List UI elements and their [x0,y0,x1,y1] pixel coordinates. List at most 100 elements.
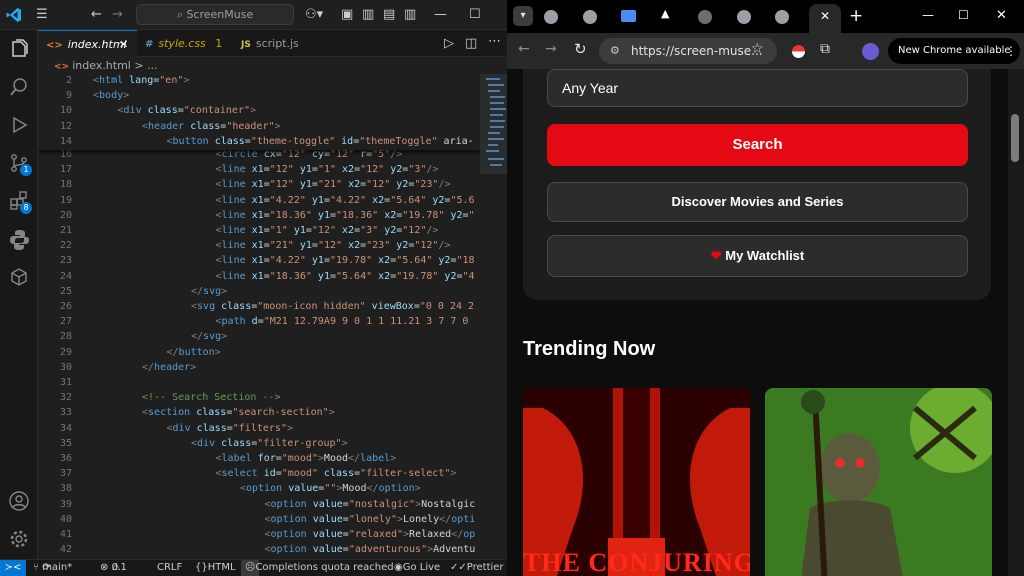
code-line: <option value="">Mood</option> [240,483,421,495]
maximize-icon[interactable]: ☐ [958,8,969,22]
poster-art [765,388,992,576]
line-number: 35 [59,437,72,449]
close-window-icon[interactable]: ✕ [996,8,1007,23]
more-actions-icon[interactable]: ⋯ [488,34,501,50]
toggle-panel-icon[interactable]: ▤ [383,7,395,23]
line-number: 29 [59,346,72,358]
scrollbar-thumb[interactable] [1011,114,1019,162]
run-debug-icon[interactable] [8,114,30,136]
sticky-scroll-header: 2 <html lang="en"> 9 <body> 10 <div class="co… [38,74,480,150]
line-number: 36 [59,453,72,464]
completions-status[interactable]: ☹ Completions quota reached [241,560,394,576]
line-number: 19 [59,194,72,206]
split-editor-icon[interactable]: ◫ [465,36,477,52]
code-line: <line x1="18.36" y1="18.36" x2="19.78" y… [215,209,475,221]
code-line: <svg class="moon-icon hidden" viewBox="0… [191,301,475,312]
movie-poster[interactable] [765,388,992,576]
close-icon[interactable]: ✕ [820,9,830,23]
back-arrow-icon[interactable]: ← [91,7,102,23]
search-icon: ⌕ [176,8,187,21]
toggle-secondary-sidebar-icon[interactable]: ▥ [404,7,416,23]
toggle-sidebar-icon[interactable]: ▥ [362,7,374,23]
search-card: Any Year Search Discover Movies and Seri… [523,69,991,300]
line-number: 23 [59,255,72,267]
camera-icon[interactable] [621,10,636,22]
code-line: <line x1="12" y1="1" x2="12" y2="3"/> [215,164,439,176]
code-line: <line x1="18.36" y1="5.64" x2="19.78" y2… [215,270,475,282]
discover-button[interactable]: Discover Movies and Series [547,182,968,222]
forward-arrow-icon[interactable]: → [545,41,557,57]
breadcrumb-path: index.html > ... [72,59,158,72]
command-center-search[interactable]: ⌕ ScreenMuse [136,4,294,25]
forward-arrow-icon[interactable]: → [112,7,123,23]
update-label: New Chrome available [898,45,1011,56]
explorer-icon[interactable] [8,38,30,60]
search-button[interactable]: Search [547,124,968,166]
code-line: <div class="filter-group"> [191,437,348,449]
code-line: <body> [93,90,130,102]
bookmark-star-icon[interactable]: ☆ [751,41,764,57]
warning-count: 1 [120,562,127,573]
remote-explorer-icon[interactable] [8,266,30,288]
globe-icon[interactable] [544,10,558,24]
go-live-button[interactable]: ◉ Go Live [394,560,440,576]
line-number: 26 [59,301,72,312]
year-select[interactable]: Any Year [547,69,968,107]
run-icon[interactable]: ▷ [444,36,454,52]
reload-icon[interactable]: ↻ [574,40,587,58]
minimap[interactable] [480,74,507,559]
globe-icon[interactable] [737,10,751,24]
movie-poster[interactable]: THE CONJURING [523,388,750,576]
search-icon[interactable] [8,76,30,98]
copilot-icon[interactable]: ⚇▾ [305,7,323,23]
account-icon[interactable] [8,490,30,512]
language-status[interactable]: {} HTML [195,560,236,576]
minimap-preview [480,74,507,174]
settings-gear-icon[interactable] [8,528,30,550]
code-line: <header class="header"> [142,120,281,132]
code-line: <option value="nostalgic">Nostalgic [264,498,476,510]
chrome-toolbar: ← → ↻ ⚙ https://screen-muse... ☆ ⧉ New C… [507,33,1024,69]
layout-customize-icon[interactable]: ▣ [341,7,353,23]
tab-search-button[interactable]: ▾ [513,6,533,26]
code-line: <line x1="4.22" y1="19.78" x2="5.64" y2=… [215,255,475,267]
problem-count: 1 [215,37,223,50]
line-number: 38 [59,483,72,495]
watchlist-button[interactable]: ❤ My Watchlist [547,235,968,277]
new-chrome-available-button[interactable]: New Chrome available ⋮ [888,38,1020,64]
remote-indicator-icon[interactable]: ≻< [0,560,26,576]
back-arrow-icon[interactable]: ← [518,41,530,57]
github-icon[interactable] [698,10,712,24]
line-number: 20 [59,209,72,221]
line-number: 24 [59,270,72,282]
python-icon[interactable] [8,228,30,250]
active-tab[interactable]: ✕ [809,4,841,33]
maximize-icon[interactable]: ☐ [469,7,481,23]
line-number: 25 [59,285,72,297]
kebab-menu-icon[interactable]: ⋮ [1005,38,1017,64]
new-tab-button[interactable]: + [849,6,863,26]
profile-avatar[interactable] [862,43,879,60]
language-label: HTML [207,562,236,573]
prettier-status[interactable]: ✓✓ Prettier [450,560,504,576]
minimize-icon[interactable]: — [434,7,447,23]
code-line: <line x1="4.22" y1="4.22" x2="5.64" y2="… [215,194,475,206]
tab-script-js[interactable]: JS script.js [233,30,323,57]
code-line: <option value="relaxed">Relaxed</op [264,529,476,540]
menu-icon[interactable]: ☰ [36,7,48,23]
code-editor[interactable]: 16 <circle cx="12" cy="12" r="5"/> 17 <line… [38,74,480,559]
globe-icon[interactable] [775,10,789,24]
extensions-puzzle-icon[interactable]: ⧉ [820,41,830,57]
branch-status[interactable]: ⑂ main* ⟳ [33,560,72,576]
alert-icon[interactable]: ▲ [661,7,669,20]
pokeball-extension-icon[interactable] [792,45,805,58]
tab-style-css[interactable]: # style.css 1 [137,30,233,57]
close-icon[interactable]: ✕ [119,31,128,58]
breadcrumb[interactable]: <> index.html > ... [38,57,507,74]
problems-status[interactable]: ⊗ 0 ⚠ 1 [100,560,127,576]
globe-icon[interactable] [583,10,597,24]
site-info-icon[interactable]: ⚙ [610,38,620,64]
eol-status[interactable]: CRLF [157,560,182,576]
tab-index-html[interactable]: <> index.html ✕ [38,30,137,57]
minimize-icon[interactable]: — [922,8,934,22]
